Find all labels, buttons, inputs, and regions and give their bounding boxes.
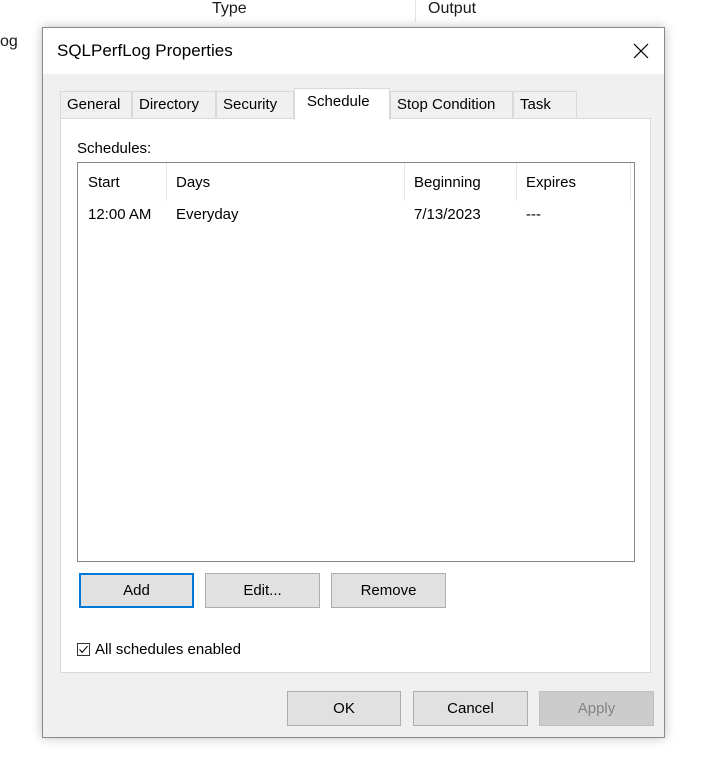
properties-dialog: SQLPerfLog Properties General Directory … — [42, 27, 665, 738]
bg-column-output: Output — [428, 0, 477, 17]
column-header-days[interactable]: Days — [166, 163, 404, 201]
table-row[interactable]: 12:00 AM Everyday 7/13/2023 --- — [78, 205, 634, 229]
tab-general[interactable]: General — [60, 91, 132, 118]
schedules-label: Schedules: — [77, 140, 152, 157]
apply-button[interactable]: Apply — [539, 691, 654, 726]
tab-schedule[interactable]: Schedule — [294, 88, 390, 120]
column-header-start[interactable]: Start — [78, 163, 166, 201]
tab-directory[interactable]: Directory — [132, 91, 216, 118]
bg-column-divider — [415, 0, 416, 22]
dialog-title: SQLPerfLog Properties — [57, 41, 233, 60]
close-button[interactable] — [618, 28, 664, 74]
cell-beginning: 7/13/2023 — [414, 206, 481, 223]
add-button[interactable]: Add — [79, 573, 194, 608]
column-header-expires[interactable]: Expires — [516, 163, 630, 201]
all-schedules-enabled-checkbox[interactable] — [77, 642, 90, 656]
checkmark-icon — [79, 645, 88, 653]
schedules-list[interactable]: Start Days Beginning Expires 12:00 AM Ev… — [77, 162, 635, 562]
edit-button[interactable]: Edit... — [205, 573, 320, 608]
all-schedules-enabled-option[interactable]: All schedules enabled — [77, 639, 241, 659]
schedule-panel: Schedules: Start Days Beginning Expires … — [60, 118, 651, 673]
all-schedules-enabled-label: All schedules enabled — [95, 640, 241, 658]
tab-stop-condition[interactable]: Stop Condition — [390, 91, 513, 118]
tab-security[interactable]: Security — [216, 91, 294, 118]
cell-days: Everyday — [176, 206, 239, 223]
close-icon — [633, 43, 649, 59]
title-bar: SQLPerfLog Properties — [43, 28, 664, 74]
tab-task[interactable]: Task — [513, 91, 577, 118]
bg-column-type: Type — [212, 0, 247, 17]
cell-expires: --- — [526, 206, 541, 223]
column-separator[interactable] — [630, 163, 631, 201]
cell-start: 12:00 AM — [88, 206, 152, 223]
list-header: Start Days Beginning Expires — [78, 163, 634, 201]
remove-button[interactable]: Remove — [331, 573, 446, 608]
column-header-beginning[interactable]: Beginning — [404, 163, 516, 201]
bg-left-fragment: og — [0, 33, 18, 50]
ok-button[interactable]: OK — [287, 691, 401, 726]
cancel-button[interactable]: Cancel — [413, 691, 528, 726]
